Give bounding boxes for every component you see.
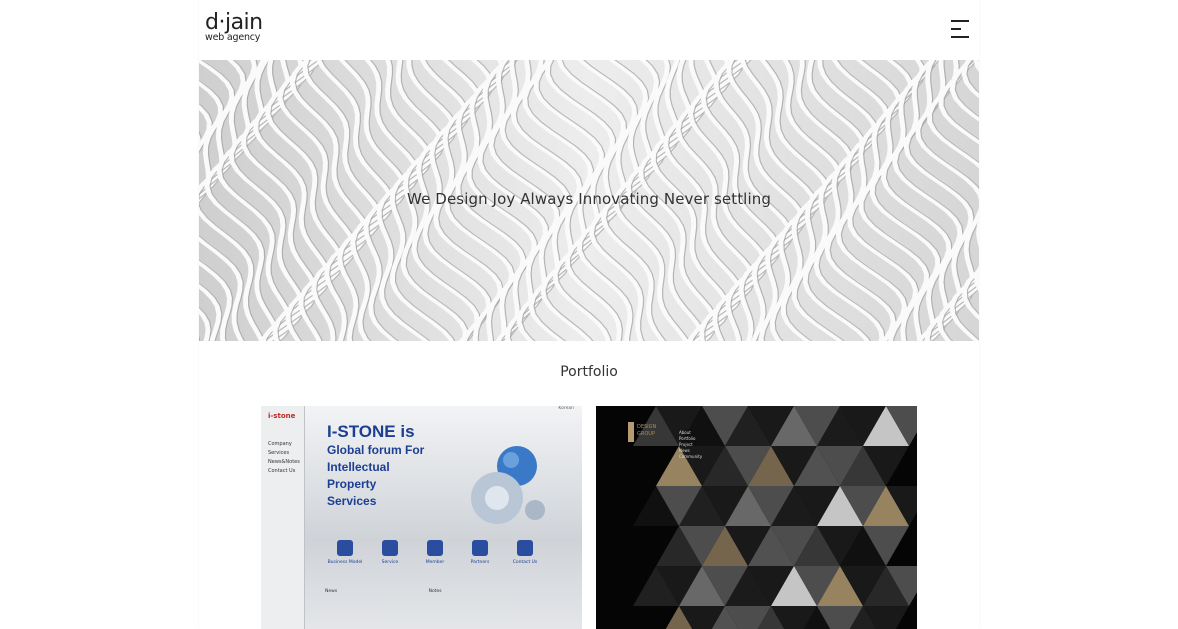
logo-bar [628, 422, 634, 442]
istone-main: Korean I-STONE is Global forum For Intel… [305, 406, 582, 629]
menu-line [951, 36, 969, 38]
logo-tagline: web agency [205, 32, 261, 43]
contact-us-icon: Contact Us [505, 540, 545, 565]
service-icon: Service [370, 540, 410, 565]
istone-headline-3: Intellectual [327, 460, 390, 474]
site-logo[interactable]: d·jain web agency [205, 10, 263, 43]
globe-gear-icon [471, 446, 545, 524]
menu-line [951, 20, 969, 22]
dg-menu-item: Community [679, 454, 703, 459]
istone-headline: I-STONE is Global forum For Intellectual… [327, 422, 424, 510]
site-header: d·jain web agency [199, 0, 979, 60]
notes-label: Notes [428, 589, 442, 594]
portfolio-heading: Portfolio [560, 364, 618, 380]
menu-line [951, 28, 961, 30]
istone-logo: i-stone [268, 412, 296, 420]
istone-icon-row: Business Model Service Member Partners C… [325, 540, 565, 580]
business-model-icon: Business Model [325, 540, 365, 565]
hero-tagline: We Design Joy Always Innovating Never se… [407, 190, 771, 208]
istone-lang: Korean [558, 406, 574, 411]
istone-headline-5: Services [327, 494, 377, 508]
portfolio-item-design-group[interactable]: DESIGN GROUP About Portfolio Project New… [596, 406, 917, 629]
page: d·jain web agency We Design Joy Always I… [0, 0, 1178, 629]
istone-nav-item: Services [268, 450, 290, 456]
portfolio-item-istone[interactable]: i-stone Company Services News&Notes Cont… [261, 406, 582, 629]
istone-nav-item: Contact Us [268, 468, 296, 474]
partners-icon: Partners [460, 540, 500, 565]
logo-text: DESIGN GROUP [637, 424, 657, 437]
istone-headline-2: Global forum For [327, 443, 425, 457]
istone-headline-4: Property [327, 477, 377, 491]
logo-wordmark: d·jain [205, 10, 263, 35]
news-label: News [325, 589, 338, 594]
istone-nav-item: Company [268, 441, 292, 447]
design-group-menu: About Portfolio Project News Community [679, 430, 702, 460]
istone-news: News Notes [325, 588, 442, 595]
hero-banner: We Design Joy Always Innovating Never se… [199, 60, 979, 341]
member-icon: Member [415, 540, 455, 565]
hamburger-menu-icon[interactable] [951, 20, 971, 40]
istone-nav: Company Services News&Notes Contact Us [268, 440, 300, 476]
istone-nav-item: News&Notes [268, 459, 300, 465]
design-group-logo: DESIGN GROUP [628, 422, 666, 444]
istone-headline-1: I-STONE is [327, 422, 415, 441]
istone-sidebar: i-stone Company Services News&Notes Cont… [261, 406, 305, 629]
main-container: d·jain web agency We Design Joy Always I… [199, 0, 979, 629]
